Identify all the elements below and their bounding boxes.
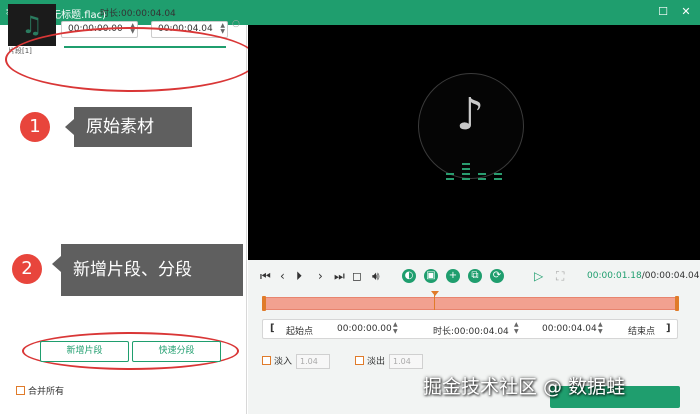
annotation-ellipse <box>5 27 258 92</box>
equalizer-icon <box>478 173 486 175</box>
timeline-end-handle[interactable] <box>675 296 679 311</box>
equalizer-icon <box>462 173 470 175</box>
copy-icon[interactable]: ⧉ <box>468 269 482 283</box>
equalizer-icon <box>478 178 486 180</box>
maximize-icon[interactable]: ☐ <box>655 4 671 20</box>
timeline-start-handle[interactable] <box>262 296 266 311</box>
clip-remove-icon[interactable]: ○ <box>232 19 240 29</box>
annotation-callout: 新增片段、分段 <box>52 244 243 296</box>
spinner-icon[interactable]: ▲ ▼ <box>514 321 519 335</box>
checkbox-icon[interactable] <box>355 356 364 365</box>
start-bracket: [ <box>270 323 275 334</box>
spinner-icon[interactable]: ▲ ▼ <box>393 321 398 335</box>
play-icon[interactable]: ⏵ <box>296 268 302 284</box>
fullscreen-icon[interactable]: ⛶ <box>556 268 564 284</box>
trim-end-input[interactable]: 00:00:04.04 <box>542 324 597 334</box>
quick-split-button[interactable]: 快速分段 <box>132 341 221 362</box>
preview-range-icon[interactable]: ▷ <box>534 268 543 284</box>
save-frame-icon[interactable]: ▣ <box>424 269 438 283</box>
equalizer-icon <box>494 173 502 175</box>
set-end-point-button[interactable]: 结束点 <box>628 324 655 337</box>
playhead-marker-icon[interactable] <box>431 291 439 296</box>
close-icon[interactable]: ✕ <box>678 4 694 20</box>
skip-start-icon[interactable]: ⏮ <box>260 268 271 284</box>
equalizer-icon <box>446 178 454 180</box>
fade-in-option[interactable]: 淡入 1.04 <box>262 354 331 369</box>
equalizer-icon <box>462 178 470 180</box>
volume-icon[interactable]: 🔊︎ <box>372 268 380 284</box>
playback-time: 00:00:01.18/00:00:04.04 <box>587 271 700 281</box>
fade-out-option[interactable]: 淡出 1.04 <box>355 354 424 369</box>
add-icon[interactable]: + <box>446 269 460 283</box>
trim-duration: 时长:00:00:04.04 <box>433 327 509 337</box>
mark-icon[interactable]: ◐ <box>402 269 416 283</box>
spinner-icon[interactable]: ▲ ▼ <box>220 23 225 35</box>
checkbox-icon[interactable] <box>262 356 271 365</box>
equalizer-icon <box>446 173 454 175</box>
equalizer-icon <box>462 163 470 165</box>
add-segment-button[interactable]: 新增片段 <box>40 341 129 362</box>
fade-out-input[interactable]: 1.04 <box>389 354 424 369</box>
annotation-badge: 2 <box>12 254 42 284</box>
clip-duration: 时长:00:00:04.04 <box>100 9 176 19</box>
timeline-bar[interactable] <box>262 297 678 310</box>
trim-start-input[interactable]: 00:00:00.00 <box>337 324 392 334</box>
prev-frame-icon[interactable]: ‹ <box>280 268 285 284</box>
annotation-callout: 原始素材 <box>65 107 192 147</box>
equalizer-icon <box>462 168 470 170</box>
next-frame-icon[interactable]: › <box>318 268 323 284</box>
merge-all-checkbox[interactable]: 合并所有 <box>16 384 64 397</box>
skip-end-icon[interactable]: ⏭ <box>334 268 345 284</box>
checkbox-icon[interactable] <box>16 386 25 395</box>
watermark: 掘金技术社区 @ 数据蛙 <box>423 376 626 398</box>
set-start-point-button[interactable]: 起始点 <box>286 324 313 337</box>
equalizer-icon <box>494 178 502 180</box>
fade-in-input[interactable]: 1.04 <box>296 354 331 369</box>
refresh-icon[interactable]: ⟳ <box>490 269 504 283</box>
end-bracket: ] <box>666 323 671 334</box>
spinner-icon[interactable]: ▲ ▼ <box>598 321 603 335</box>
stop-icon[interactable]: ◻ <box>352 268 362 284</box>
music-note-icon: ♪ <box>456 89 485 140</box>
annotation-badge: 1 <box>20 112 50 142</box>
